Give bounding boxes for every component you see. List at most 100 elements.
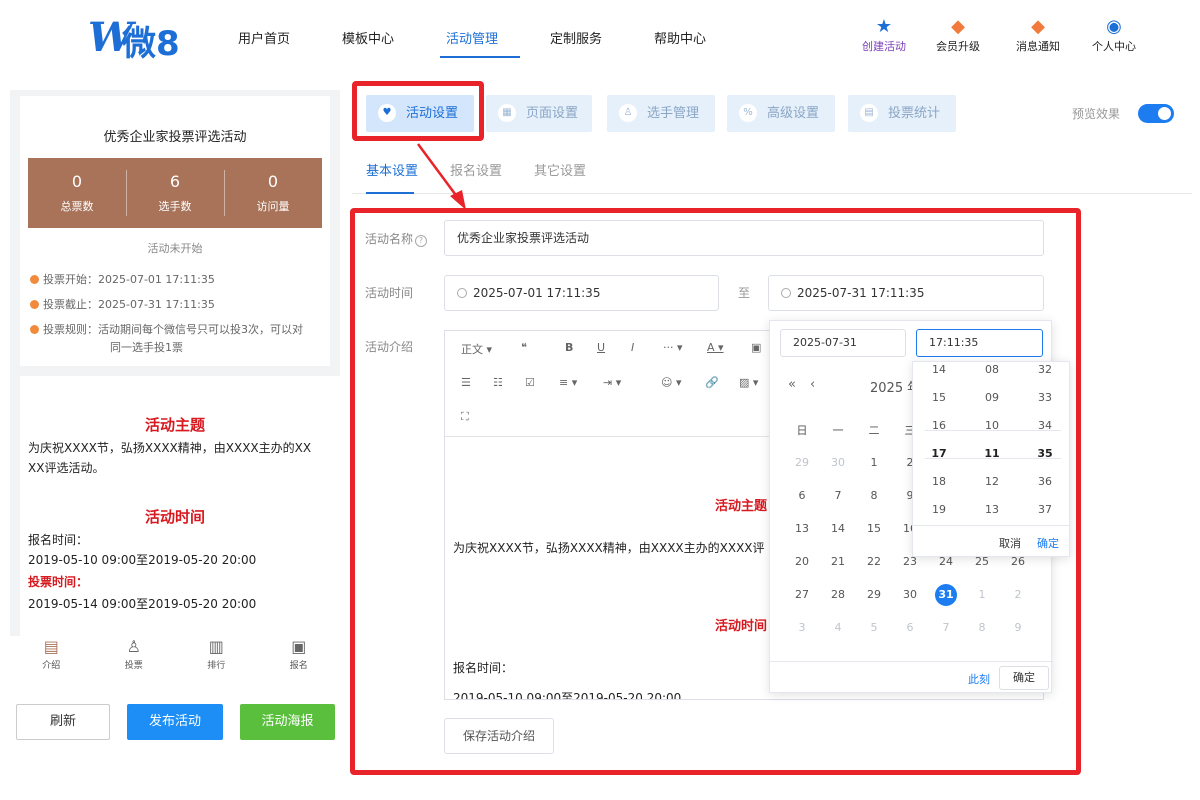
calendar-day[interactable]: 6: [784, 484, 820, 508]
calendar-day[interactable]: 21: [820, 550, 856, 574]
tab-vote-statistics[interactable]: ▤ 投票统计: [848, 95, 956, 132]
nav-help[interactable]: 帮助中心: [654, 28, 706, 47]
calendar-day[interactable]: 20: [784, 550, 820, 574]
logo[interactable]: W 微8: [88, 14, 188, 64]
activity-poster-button[interactable]: 活动海报: [240, 704, 335, 740]
calendar-day[interactable]: 7: [820, 484, 856, 508]
notifications-button[interactable]: ◆ 消息通知: [1008, 16, 1068, 54]
hour-option[interactable]: 14: [913, 362, 965, 384]
time-input[interactable]: 17:11:35: [916, 329, 1043, 357]
subtab-other-settings[interactable]: 其它设置: [534, 160, 586, 179]
underline-icon[interactable]: U: [597, 341, 605, 354]
background-color-icon[interactable]: ▣: [751, 341, 761, 354]
calendar-day[interactable]: 27: [784, 583, 820, 607]
link-icon[interactable]: 🔗: [705, 376, 719, 389]
paragraph-style-dropdown[interactable]: 正文 ▾: [461, 341, 492, 357]
bold-icon[interactable]: B: [565, 341, 573, 354]
end-time-input[interactable]: 2025-07-31 17:11:35: [768, 275, 1044, 311]
second-option[interactable]: 32: [1019, 362, 1069, 384]
prev-month-icon[interactable]: ‹: [810, 377, 815, 392]
calendar-day[interactable]: 13: [784, 517, 820, 541]
time-confirm-button[interactable]: 确定: [1037, 535, 1059, 551]
publish-activity-button[interactable]: 发布活动: [127, 704, 223, 740]
tab-contestant-management[interactable]: ♙ 选手管理: [607, 95, 715, 132]
date-input[interactable]: 2025-07-31: [780, 329, 906, 357]
second-option[interactable]: 37: [1019, 496, 1069, 524]
minute-option[interactable]: 12: [966, 468, 1018, 496]
member-upgrade-label: 会员升级: [936, 40, 980, 53]
calendar-day[interactable]: 29: [784, 451, 820, 475]
second-option[interactable]: 35: [1019, 440, 1069, 468]
calendar-day-selected[interactable]: 31: [928, 583, 964, 607]
now-button[interactable]: 此刻: [968, 671, 990, 687]
todo-list-icon[interactable]: ☑: [525, 376, 535, 389]
activity-name-input[interactable]: 优秀企业家投票评选活动: [444, 220, 1044, 256]
calendar-day[interactable]: 8: [856, 484, 892, 508]
tab-advanced-settings[interactable]: % 高级设置: [727, 95, 835, 132]
phone-preview: 优秀企业家投票评选活动 0 总票数 6 选手数 0 访问量 活动未开始 投票开始…: [10, 90, 340, 650]
phone-tab-vote[interactable]: ♙ 投票: [93, 636, 176, 680]
numbered-list-icon[interactable]: ☷: [493, 376, 503, 389]
time-cancel-button[interactable]: 取消: [999, 535, 1021, 551]
nav-templates[interactable]: 模板中心: [342, 28, 394, 47]
calendar-day[interactable]: 5: [856, 616, 892, 640]
calendar-day[interactable]: 7: [928, 616, 964, 640]
calendar-day[interactable]: 3: [784, 616, 820, 640]
nav-custom[interactable]: 定制服务: [550, 28, 602, 47]
member-upgrade-button[interactable]: ◆ 会员升级: [928, 16, 988, 54]
indent-icon[interactable]: ⇥ ▾: [603, 376, 621, 389]
preview-effect-toggle[interactable]: [1138, 104, 1174, 123]
minute-option[interactable]: 13: [966, 496, 1018, 524]
calendar-day[interactable]: 14: [820, 517, 856, 541]
minute-option[interactable]: 08: [966, 362, 1018, 384]
calendar-day[interactable]: 1: [856, 451, 892, 475]
calendar-day[interactable]: 9: [1000, 616, 1036, 640]
calendar-day[interactable]: 30: [892, 583, 928, 607]
calendar-day[interactable]: 6: [892, 616, 928, 640]
quote-icon[interactable]: ❝: [521, 341, 527, 354]
calendar-day[interactable]: 30: [820, 451, 856, 475]
phone-tab-intro[interactable]: ▤ 介绍: [10, 636, 93, 680]
calendar-day[interactable]: 2: [1000, 583, 1036, 607]
more-format-icon[interactable]: ··· ▾: [663, 341, 683, 354]
prev-year-icon[interactable]: «: [788, 377, 796, 392]
profile-button[interactable]: ◉ 个人中心: [1084, 16, 1144, 54]
image-insert-icon[interactable]: ▨ ▾: [739, 376, 758, 389]
hour-option[interactable]: 16: [913, 412, 965, 440]
minute-option[interactable]: 11: [966, 440, 1018, 468]
minute-option[interactable]: 10: [966, 412, 1018, 440]
hour-option[interactable]: 15: [913, 384, 965, 412]
calendar-day[interactable]: 28: [820, 583, 856, 607]
second-option[interactable]: 36: [1019, 468, 1069, 496]
calendar-day[interactable]: 4: [820, 616, 856, 640]
font-color-icon[interactable]: A ▾: [707, 341, 724, 354]
nav-activities[interactable]: 活动管理: [446, 28, 498, 47]
minute-option[interactable]: 09: [966, 384, 1018, 412]
second-option[interactable]: 34: [1019, 412, 1069, 440]
calendar-day[interactable]: 29: [856, 583, 892, 607]
calendar-day[interactable]: 15: [856, 517, 892, 541]
calendar-day[interactable]: 8: [964, 616, 1000, 640]
create-activity-button[interactable]: ★ 创建活动: [854, 16, 914, 54]
bullet-list-icon[interactable]: ☰: [461, 376, 471, 389]
help-icon[interactable]: ?: [415, 235, 428, 247]
date-confirm-button[interactable]: 确定: [999, 666, 1049, 690]
calendar-day[interactable]: 22: [856, 550, 892, 574]
italic-icon[interactable]: I: [631, 341, 634, 354]
hour-option[interactable]: 17: [913, 440, 965, 468]
emoji-icon[interactable]: ☺ ▾: [661, 376, 682, 389]
phone-tab-signup[interactable]: ▣ 报名: [258, 636, 341, 680]
profile-label: 个人中心: [1092, 40, 1136, 53]
second-option[interactable]: 33: [1019, 384, 1069, 412]
nav-home[interactable]: 用户首页: [238, 28, 290, 47]
hour-option[interactable]: 19: [913, 496, 965, 524]
hour-option[interactable]: 18: [913, 468, 965, 496]
phone-tab-rank[interactable]: ▥ 排行: [175, 636, 258, 680]
start-time-input[interactable]: 2025-07-01 17:11:35: [444, 275, 719, 311]
save-intro-button[interactable]: 保存活动介绍: [444, 718, 554, 754]
calendar-day[interactable]: 1: [964, 583, 1000, 607]
tab-page-settings[interactable]: ▦ 页面设置: [486, 95, 592, 132]
refresh-button[interactable]: 刷新: [16, 704, 110, 740]
fullscreen-icon[interactable]: ⛶: [461, 410, 469, 424]
align-icon[interactable]: ≡ ▾: [559, 376, 577, 389]
